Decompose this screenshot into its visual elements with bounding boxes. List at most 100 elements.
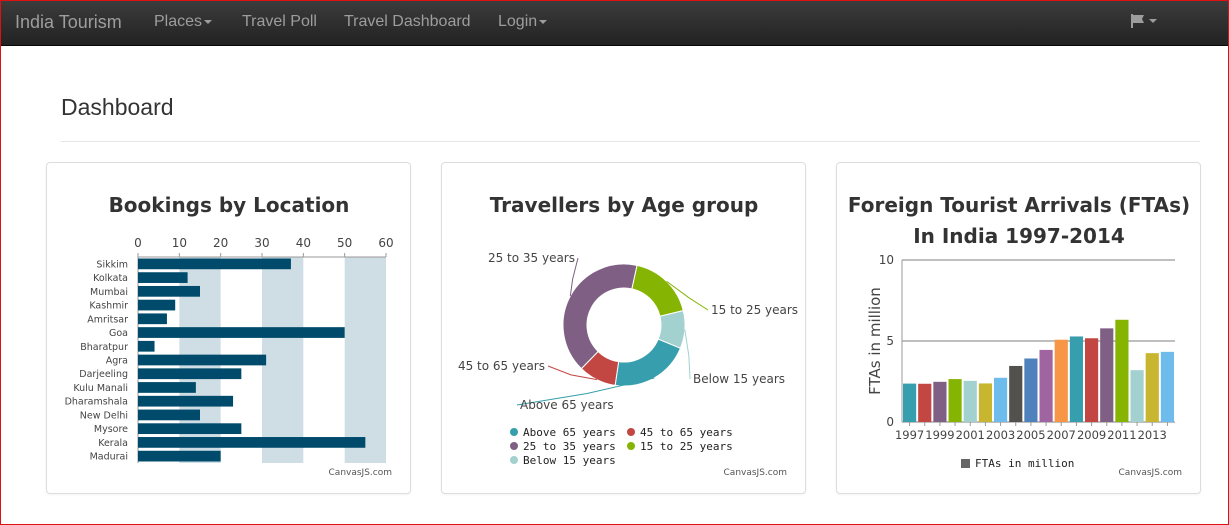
bar[interactable] [138, 423, 242, 435]
language-flag-dropdown[interactable] [1131, 13, 1159, 34]
legend-label: FTAs in million [975, 457, 1074, 470]
y-axis-label: FTAs in million [866, 287, 884, 395]
legend-marker [510, 456, 518, 464]
x-tick-label: 50 [337, 236, 352, 250]
bar[interactable] [138, 272, 188, 283]
column-bar[interactable] [1100, 328, 1114, 422]
column-bar[interactable] [903, 383, 917, 422]
slice-label: 45 to 65 years [458, 359, 545, 373]
chart-title: Bookings by Location [109, 193, 350, 217]
column-bar[interactable] [963, 380, 977, 422]
category-label: Kashmir [89, 301, 128, 312]
category-label: Kulu Manali [73, 383, 128, 394]
legend-label: 15 to 25 years [640, 440, 733, 453]
column-bar[interactable] [1145, 353, 1159, 422]
x-tick-label: 2001 [956, 428, 985, 442]
chart-title-line-1: Foreign Tourist Arrivals (FTAs) [848, 193, 1190, 217]
legend-label: Below 15 years [523, 454, 616, 467]
foreign-tourist-arrivals-panel: Foreign Tourist Arrivals (FTAs) In India… [836, 162, 1201, 494]
bookings-by-location-panel: Bookings by Location 0 10 20 30 40 50 60 Sikki… [46, 162, 411, 494]
column-bar[interactable] [994, 377, 1008, 422]
canvasjs-credit[interactable]: CanvasJS.com [1119, 468, 1182, 478]
x-tick-label: 40 [296, 236, 311, 250]
bar[interactable] [138, 368, 242, 380]
nav-places-dropdown[interactable]: Places [154, 13, 213, 31]
x-tick-label: 2013 [1138, 428, 1167, 442]
y-tick-label: 0 [886, 415, 894, 429]
category-label: Darjeeling [79, 369, 128, 380]
x-tick-label: 2003 [986, 428, 1015, 442]
column-bar[interactable] [1054, 339, 1068, 422]
category-label: Madurai [90, 452, 128, 463]
x-tick-label: 2009 [1077, 428, 1106, 442]
column-bar[interactable] [1024, 358, 1038, 422]
brand-link[interactable]: India Tourism [15, 12, 122, 33]
canvasjs-credit[interactable]: CanvasJS.com [329, 468, 392, 478]
column-bar[interactable] [1115, 319, 1129, 422]
legend-marker [627, 442, 635, 450]
category-label: Mysore [94, 424, 128, 435]
age-doughnut-chart: Travellers by Age group Above 65 years 45… [458, 193, 798, 478]
nav-places-label: Places [154, 13, 203, 30]
travellers-by-age-panel: Travellers by Age group Above 65 years 45… [441, 162, 806, 494]
nav-travel-dashboard[interactable]: Travel Dashboard [344, 13, 471, 31]
bar[interactable] [138, 327, 345, 338]
nav-travel-poll[interactable]: Travel Poll [242, 13, 317, 31]
bar[interactable] [138, 285, 200, 297]
bar[interactable] [138, 382, 196, 393]
bar[interactable] [138, 299, 176, 311]
bar[interactable] [138, 437, 366, 448]
doughnut-slice[interactable] [614, 338, 682, 387]
category-label: Dharamshala [65, 397, 128, 408]
x-tick-label: 60 [378, 236, 393, 250]
slice-label: Below 15 years [693, 372, 785, 386]
x-tick-label: 10 [172, 236, 187, 250]
category-label: Sikkim [96, 259, 128, 270]
x-tick-label: 2011 [1107, 428, 1136, 442]
doughnut-slice[interactable] [631, 264, 684, 317]
column-bar[interactable] [1085, 338, 1099, 422]
column-bar[interactable] [1160, 351, 1174, 422]
top-navbar: India Tourism Places Travel Poll Travel … [1, 1, 1228, 46]
legend-label: 25 to 35 years [523, 440, 616, 453]
y-tick-label: 5 [886, 334, 894, 348]
caret-down-icon [539, 19, 548, 24]
legend-marker [961, 459, 970, 468]
bar[interactable] [138, 409, 200, 421]
column-bar[interactable] [933, 381, 947, 422]
bar[interactable] [138, 450, 221, 462]
slice-label: 15 to 25 years [711, 303, 798, 317]
category-label: Mumbai [90, 287, 128, 298]
x-tick-label: 1997 [895, 428, 924, 442]
column-bar[interactable] [1009, 365, 1023, 422]
x-tick-label: 20 [213, 236, 228, 250]
canvasjs-credit[interactable]: CanvasJS.com [724, 468, 787, 478]
x-tick-label: 2005 [1016, 428, 1045, 442]
legend-marker [510, 442, 518, 450]
column-bar[interactable] [1069, 336, 1083, 422]
bar[interactable] [138, 313, 167, 325]
interlaced-band [344, 257, 386, 463]
legend-label: Above 65 years [523, 426, 616, 439]
fta-column-chart: Foreign Tourist Arrivals (FTAs) In India… [848, 193, 1190, 478]
category-label: Goa [109, 328, 128, 339]
column-bar[interactable] [1039, 349, 1053, 422]
x-tick-label: 0 [134, 236, 142, 250]
column-bar[interactable] [948, 379, 962, 422]
bar[interactable] [138, 395, 234, 407]
category-label: Bharatpur [80, 342, 128, 353]
nav-login-dropdown[interactable]: Login [498, 13, 548, 31]
category-label: Kolkata [93, 273, 128, 284]
flag-icon [1131, 14, 1157, 28]
slice-label: 25 to 35 years [488, 251, 575, 265]
column-bar[interactable] [918, 383, 932, 422]
y-tick-label: 10 [879, 253, 894, 267]
bar[interactable] [138, 258, 291, 270]
column-bar[interactable] [1130, 370, 1144, 422]
column-bar[interactable] [978, 383, 992, 422]
bar[interactable] [138, 354, 267, 366]
category-label: New Delhi [80, 410, 128, 421]
chart-title-line-2: In India 1997-2014 [913, 224, 1125, 248]
nav-login-label: Login [498, 13, 538, 30]
bar[interactable] [138, 340, 155, 352]
